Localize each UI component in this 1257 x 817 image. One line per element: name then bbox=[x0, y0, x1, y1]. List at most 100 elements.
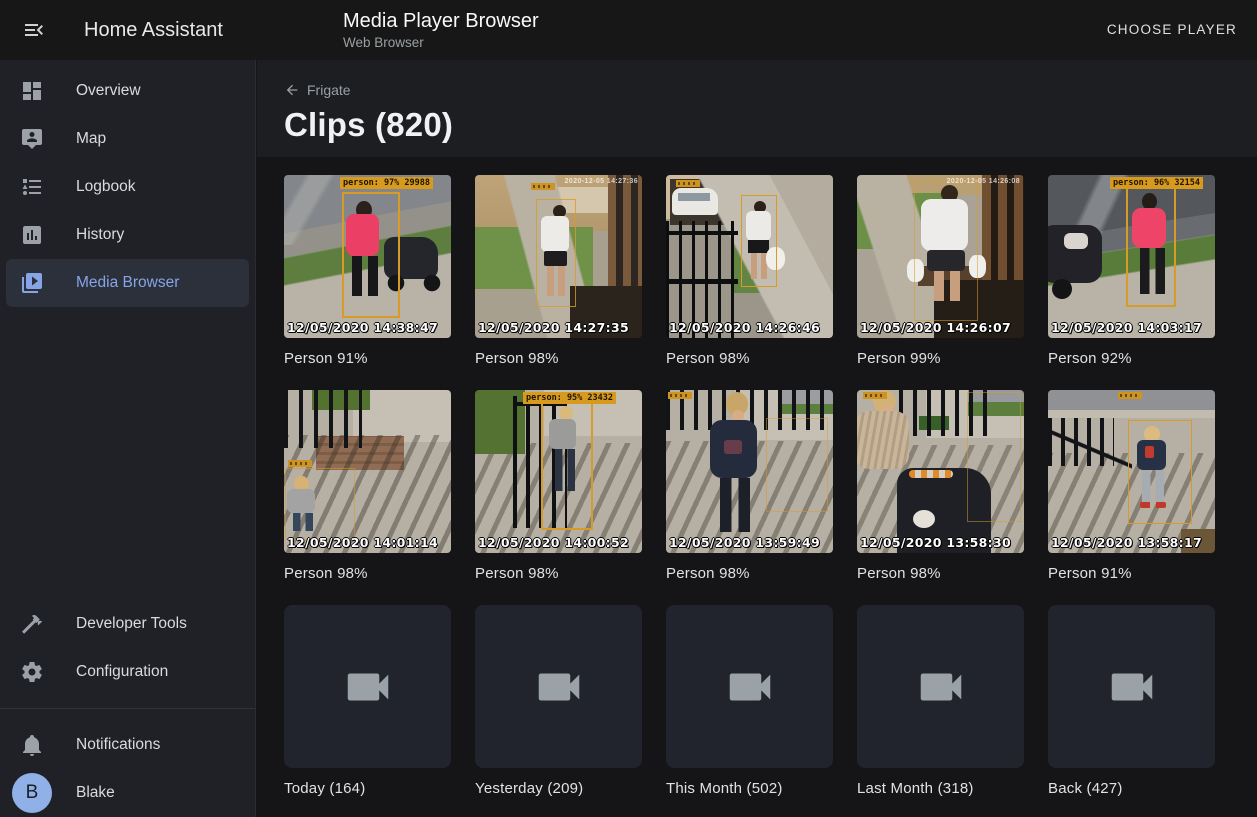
sidebar-item-configuration[interactable]: Configuration bbox=[6, 648, 249, 696]
app-title: Home Assistant bbox=[84, 0, 223, 60]
menu-open-icon[interactable] bbox=[22, 18, 46, 42]
sidebar-item-notifications[interactable]: Notifications bbox=[6, 721, 249, 769]
clip-caption: Person 92% bbox=[1048, 350, 1215, 367]
clip-caption: Person 91% bbox=[1048, 565, 1215, 582]
sidebar-item-map[interactable]: Map bbox=[6, 115, 249, 163]
scene-shape bbox=[1052, 279, 1072, 299]
bell-icon bbox=[20, 733, 44, 757]
scene-shape bbox=[1064, 233, 1088, 249]
detection-label: person: 96% 32154 bbox=[1110, 177, 1203, 189]
clip-thumbnail[interactable]: person: 95% 23432 12/05/2020 14:00:52 bbox=[475, 390, 642, 553]
folder-thumbnail[interactable] bbox=[666, 605, 833, 768]
breadcrumb-label: Frigate bbox=[307, 82, 351, 98]
folder-item-back[interactable]: Back (427) bbox=[1048, 605, 1215, 797]
sidebar-item-history[interactable]: History bbox=[6, 211, 249, 259]
video-camera-icon bbox=[532, 660, 586, 714]
detection-bounding-box bbox=[967, 392, 1021, 522]
clip-item[interactable]: 12/05/2020 13:58:30 Person 98% bbox=[857, 390, 1024, 582]
folder-item-today[interactable]: Today (164) bbox=[284, 605, 451, 797]
user-name: Blake bbox=[76, 784, 115, 802]
detection-label: person: 97% 29988 bbox=[340, 177, 433, 189]
folder-caption: Yesterday (209) bbox=[475, 780, 642, 797]
folder-thumbnail[interactable] bbox=[1048, 605, 1215, 768]
clip-item[interactable]: 12/05/2020 14:26:46 Person 98% bbox=[666, 175, 833, 367]
clip-thumbnail[interactable]: 2020-12-05 14:27:36 12/05/2020 14:27:35 bbox=[475, 175, 642, 338]
video-camera-icon bbox=[914, 660, 968, 714]
camera-timestamp: 12/05/2020 14:03:17 bbox=[1051, 320, 1202, 335]
clip-caption: Person 91% bbox=[284, 350, 451, 367]
sidebar-item-label: Configuration bbox=[76, 663, 168, 681]
clip-thumbnail[interactable]: 12/05/2020 13:58:17 bbox=[1048, 390, 1215, 553]
sidebar: Overview Map Logbook History Media Brows… bbox=[0, 60, 256, 817]
avatar: B bbox=[12, 773, 52, 813]
sidebar-divider bbox=[0, 708, 255, 709]
home-assistant-app: Home Assistant Media Player Browser Web … bbox=[0, 0, 1257, 817]
arrow-left-icon bbox=[284, 82, 300, 98]
camera-timestamp: 12/05/2020 13:58:30 bbox=[860, 535, 1011, 550]
camera-timestamp: 12/05/2020 14:26:07 bbox=[860, 320, 1011, 335]
media-browser-content: Frigate Clips (820) person: 97% 29988 bbox=[257, 60, 1257, 817]
video-camera-icon bbox=[341, 660, 395, 714]
clip-item[interactable]: 2020-12-05 14:27:36 12/05/2020 14:27:35 … bbox=[475, 175, 642, 367]
clip-caption: Person 98% bbox=[666, 565, 833, 582]
sidebar-item-developer-tools[interactable]: Developer Tools bbox=[6, 600, 249, 648]
camera-timestamp: 12/05/2020 14:26:46 bbox=[669, 320, 820, 335]
folder-item-last-month[interactable]: Last Month (318) bbox=[857, 605, 1024, 797]
folder-item-this-month[interactable]: This Month (502) bbox=[666, 605, 833, 797]
sidebar-item-profile[interactable]: B Blake bbox=[6, 769, 249, 817]
clip-thumbnail[interactable]: person: 96% 32154 12/05/2020 14:03:17 bbox=[1048, 175, 1215, 338]
detection-bounding-box bbox=[741, 195, 777, 287]
scene-shape bbox=[857, 411, 909, 469]
content-header: Frigate Clips (820) bbox=[257, 60, 1257, 157]
folder-thumbnail[interactable] bbox=[475, 605, 642, 768]
tooltip-account-icon bbox=[20, 127, 44, 151]
detection-bounding-box bbox=[914, 181, 978, 321]
clip-thumbnail[interactable]: 12/05/2020 13:59:49 bbox=[666, 390, 833, 553]
clip-item[interactable]: 12/05/2020 14:01:14 Person 98% bbox=[284, 390, 451, 582]
clip-item[interactable]: 12/05/2020 13:58:17 Person 91% bbox=[1048, 390, 1215, 582]
clip-item[interactable]: 2020-12-05 14:26:08 12/05/2020 14:26:07 … bbox=[857, 175, 1024, 367]
sidebar-item-label: Media Browser bbox=[76, 274, 179, 292]
clip-thumbnail[interactable]: 12/05/2020 13:58:30 bbox=[857, 390, 1024, 553]
scene-shape bbox=[913, 510, 935, 528]
page-title: Clips (820) bbox=[284, 106, 1257, 144]
app-bar: Home Assistant Media Player Browser Web … bbox=[0, 0, 1257, 60]
detection-bounding-box bbox=[1126, 187, 1176, 307]
sidebar-item-overview[interactable]: Overview bbox=[6, 67, 249, 115]
clip-item[interactable]: person: 95% 23432 12/05/2020 14:00:52 Pe… bbox=[475, 390, 642, 582]
camera-timestamp: 12/05/2020 14:01:14 bbox=[287, 535, 438, 550]
clip-caption: Person 98% bbox=[666, 350, 833, 367]
clip-item[interactable]: person: 97% 29988 12/05/2020 14:38:47 Pe… bbox=[284, 175, 451, 367]
breadcrumb[interactable]: Frigate bbox=[284, 82, 351, 98]
clip-item[interactable]: 12/05/2020 13:59:49 Person 98% bbox=[666, 390, 833, 582]
camera-timestamp: 12/05/2020 13:58:17 bbox=[1051, 535, 1202, 550]
clip-thumbnail[interactable]: 12/05/2020 14:01:14 bbox=[284, 390, 451, 553]
folder-thumbnail[interactable] bbox=[284, 605, 451, 768]
detection-label bbox=[1118, 392, 1142, 399]
scene-shape bbox=[720, 478, 750, 532]
clip-caption: Person 99% bbox=[857, 350, 1024, 367]
clip-thumbnail[interactable]: person: 97% 29988 12/05/2020 14:38:47 bbox=[284, 175, 451, 338]
content-body: person: 97% 29988 12/05/2020 14:38:47 Pe… bbox=[257, 157, 1257, 817]
folder-item-yesterday[interactable]: Yesterday (209) bbox=[475, 605, 642, 797]
detection-bounding-box bbox=[766, 418, 828, 512]
clip-caption: Person 98% bbox=[857, 565, 1024, 582]
sidebar-item-media-browser[interactable]: Media Browser bbox=[6, 259, 249, 307]
sidebar-item-label: Developer Tools bbox=[76, 615, 187, 633]
view-dashboard-icon bbox=[20, 79, 44, 103]
detection-label bbox=[288, 460, 312, 467]
folder-caption: Back (427) bbox=[1048, 780, 1215, 797]
detection-bounding-box bbox=[541, 400, 593, 530]
clip-thumbnail[interactable]: 2020-12-05 14:26:08 12/05/2020 14:26:07 bbox=[857, 175, 1024, 338]
camera-timestamp: 12/05/2020 14:38:47 bbox=[287, 320, 438, 335]
clip-item[interactable]: person: 96% 32154 12/05/2020 14:03:17 Pe… bbox=[1048, 175, 1215, 367]
detection-label bbox=[863, 392, 887, 399]
scene-shape bbox=[909, 470, 953, 478]
choose-player-button[interactable]: CHOOSE PLAYER bbox=[1107, 0, 1237, 60]
folder-thumbnail[interactable] bbox=[857, 605, 1024, 768]
clip-thumbnail[interactable]: 12/05/2020 14:26:46 bbox=[666, 175, 833, 338]
scene-shape bbox=[672, 188, 718, 215]
media-player-browser-title: Media Player Browser bbox=[343, 9, 539, 33]
media-browser-header: Media Player Browser Web Browser bbox=[343, 9, 539, 52]
sidebar-item-logbook[interactable]: Logbook bbox=[6, 163, 249, 211]
